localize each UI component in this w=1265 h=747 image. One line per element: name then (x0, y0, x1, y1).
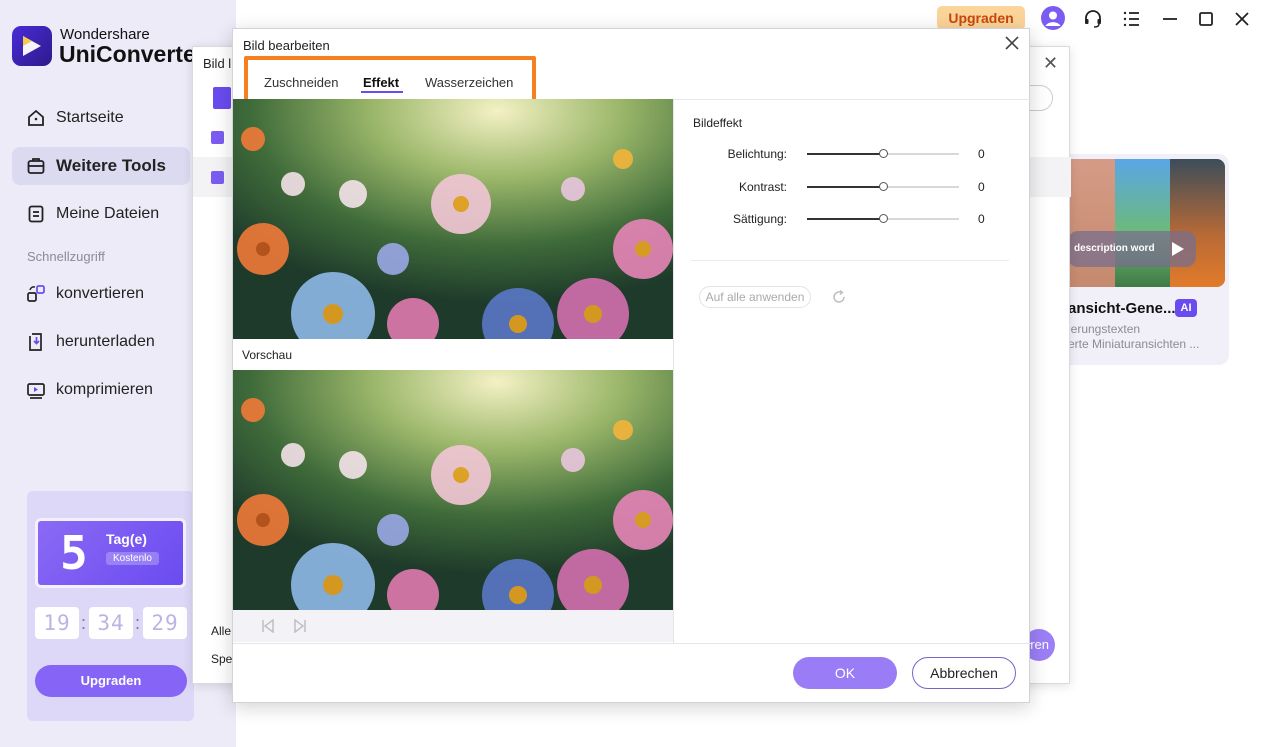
saturation-label: Sättigung: (732, 212, 787, 226)
saturation-value: 0 (978, 212, 985, 226)
exposure-slider[interactable] (807, 149, 959, 158)
feature-pill-text: description word (1074, 243, 1155, 254)
headset-icon[interactable] (1082, 8, 1104, 30)
home-icon (26, 108, 46, 128)
play-icon (1172, 242, 1184, 256)
background-dialog-close-icon[interactable]: ✕ (1043, 53, 1058, 74)
minimize-icon[interactable] (1159, 8, 1181, 30)
app-logo-icon (12, 26, 52, 66)
next-image-icon[interactable] (292, 618, 308, 634)
sidebar-item-meine-dateien[interactable]: Meine Dateien (12, 195, 190, 233)
maximize-icon[interactable] (1195, 8, 1217, 30)
active-tab-underline (361, 91, 403, 93)
toolbox-icon (26, 156, 46, 176)
background-label-spe: Spe (211, 652, 233, 666)
sidebar-upgrade-button[interactable]: Upgraden (35, 665, 187, 697)
preview-label: Vorschau (242, 348, 293, 362)
add-file-icon[interactable] (213, 87, 231, 109)
exposure-value: 0 (978, 147, 985, 161)
feature-card-desc-line2: erte Miniaturansichten ... (1068, 337, 1200, 351)
compress-icon (26, 380, 46, 400)
background-label-alle: Alle (211, 624, 232, 638)
saturation-slider-fill (807, 218, 883, 220)
file-checkbox[interactable] (211, 171, 224, 184)
preview-image (233, 370, 673, 610)
sidebar-item-konvertieren[interactable]: konvertieren (12, 275, 190, 313)
tab-wasserzeichen[interactable]: Wasserzeichen (425, 75, 513, 90)
files-icon (26, 204, 46, 224)
timer-seconds: 29 (143, 607, 187, 639)
saturation-slider-thumb[interactable] (878, 214, 888, 223)
sidebar-item-komprimieren[interactable]: komprimieren (12, 371, 190, 409)
close-icon[interactable] (1231, 8, 1253, 30)
convert-icon (26, 284, 46, 304)
download-icon (26, 332, 46, 352)
trial-days-count: 5 (60, 526, 88, 580)
sidebar-item-weitere-tools[interactable]: Weitere Tools (12, 147, 190, 185)
trial-days-label: Tag(e) (106, 531, 147, 547)
timer-minutes: 34 (89, 607, 133, 639)
reset-icon[interactable] (831, 289, 847, 305)
dialog-close-icon[interactable] (1003, 34, 1021, 52)
saturation-slider[interactable] (807, 214, 959, 223)
trial-days-card: 5 Tag(e) Kostenlo (35, 518, 186, 588)
contrast-slider[interactable] (807, 182, 959, 191)
image-effect-title: Bildeffekt (693, 116, 743, 130)
apply-to-all-button[interactable]: Auf alle anwenden (699, 286, 811, 308)
timer-colon: : (135, 613, 141, 633)
exposure-label: Belichtung: (727, 147, 787, 161)
ai-badge: AI (1175, 299, 1197, 317)
timer-hours: 19 (35, 607, 79, 639)
trial-promo-panel: 5 Tag(e) Kostenlo 19 : 34 : 29 Upgraden (27, 491, 194, 721)
cancel-button[interactable]: Abbrechen (912, 657, 1016, 689)
menu-icon[interactable] (1121, 8, 1143, 30)
background-dialog-title: Bild l (203, 56, 232, 71)
sidebar-item-label: Weitere Tools (56, 156, 166, 175)
feature-description-pill: description word (1068, 231, 1196, 267)
sidebar-item-startseite[interactable]: Startseite (12, 99, 190, 137)
original-image (233, 99, 673, 339)
footer-divider (233, 643, 1031, 644)
ok-button[interactable]: OK (793, 657, 897, 689)
contrast-slider-fill (807, 186, 883, 188)
contrast-label: Kontrast: (738, 180, 787, 194)
sidebar-item-label: komprimieren (56, 381, 153, 398)
tab-zuschneiden[interactable]: Zuschneiden (264, 75, 338, 90)
top-upgrade-button[interactable]: Upgraden (937, 6, 1025, 30)
previous-image-icon[interactable] (260, 618, 276, 634)
edit-image-dialog: Bild bearbeiten Zuschneiden Effekt Wasse… (232, 28, 1031, 703)
sidebar-item-herunterladen[interactable]: herunterladen (12, 323, 190, 361)
quick-access-label: Schnellzugriff (27, 249, 105, 264)
dialog-title: Bild bearbeiten (243, 38, 330, 53)
panel-separator (691, 260, 1009, 261)
timer-colon: : (81, 613, 87, 633)
sidebar-item-label: Startseite (56, 109, 124, 126)
exposure-slider-thumb[interactable] (878, 149, 888, 158)
feature-card-title: ansicht-Gene... (1068, 300, 1176, 317)
sidebar-item-label: Meine Dateien (56, 205, 160, 222)
sidebar-item-label: herunterladen (56, 333, 155, 350)
sidebar-item-label: konvertieren (56, 285, 145, 302)
contrast-slider-thumb[interactable] (878, 182, 888, 191)
trial-free-badge: Kostenlo (106, 552, 159, 565)
exposure-slider-fill (807, 153, 883, 155)
feature-card-desc-line1: lerungstexten (1068, 322, 1141, 336)
avatar-icon[interactable] (1041, 6, 1065, 30)
brand-name-main: UniConverter (59, 41, 199, 67)
tab-effekt[interactable]: Effekt (363, 75, 399, 90)
contrast-value: 0 (978, 180, 985, 194)
file-checkbox[interactable] (211, 131, 224, 144)
